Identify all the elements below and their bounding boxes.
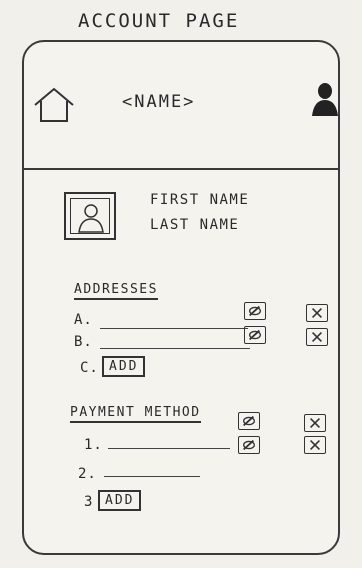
addresses-heading: ADDRESSES (74, 282, 158, 300)
edit-icon[interactable] (244, 302, 266, 320)
phone-frame: <NAME> FIRST NAME LAST NAME ADDRESSES A.… (22, 40, 340, 555)
payment-add-row-label: 3 (84, 494, 94, 510)
delete-icon[interactable] (306, 328, 328, 346)
edit-icon[interactable] (238, 436, 260, 454)
add-payment-button[interactable]: ADD (98, 490, 142, 511)
edit-icon[interactable] (244, 326, 266, 344)
first-name-label: FIRST NAME (150, 192, 250, 208)
avatar[interactable] (64, 192, 116, 240)
account-name-title: <NAME> (122, 92, 196, 112)
edit-icon[interactable] (238, 412, 260, 430)
delete-icon[interactable] (304, 436, 326, 454)
address-item-line[interactable] (100, 328, 248, 329)
avatar-frame (70, 198, 110, 234)
last-name-label: LAST NAME (150, 217, 240, 233)
payment-item-line[interactable] (108, 448, 230, 449)
home-icon[interactable] (32, 85, 76, 125)
account-icon[interactable] (310, 80, 340, 118)
address-item-line[interactable] (100, 348, 250, 349)
payment-item-label: 2. (78, 466, 97, 482)
payment-item-line[interactable] (104, 476, 200, 477)
address-item-label: A. (74, 312, 93, 328)
payment-heading: PAYMENT METHOD (70, 405, 201, 423)
page-title: ACCOUNT PAGE (78, 10, 240, 32)
avatar-icon (78, 204, 104, 233)
add-address-button[interactable]: ADD (102, 356, 146, 377)
delete-icon[interactable] (306, 304, 328, 322)
delete-icon[interactable] (304, 414, 326, 432)
address-item-label: B. (74, 334, 93, 350)
payment-item-label: 1. (84, 437, 103, 453)
address-add-row-label: C. (80, 360, 99, 376)
